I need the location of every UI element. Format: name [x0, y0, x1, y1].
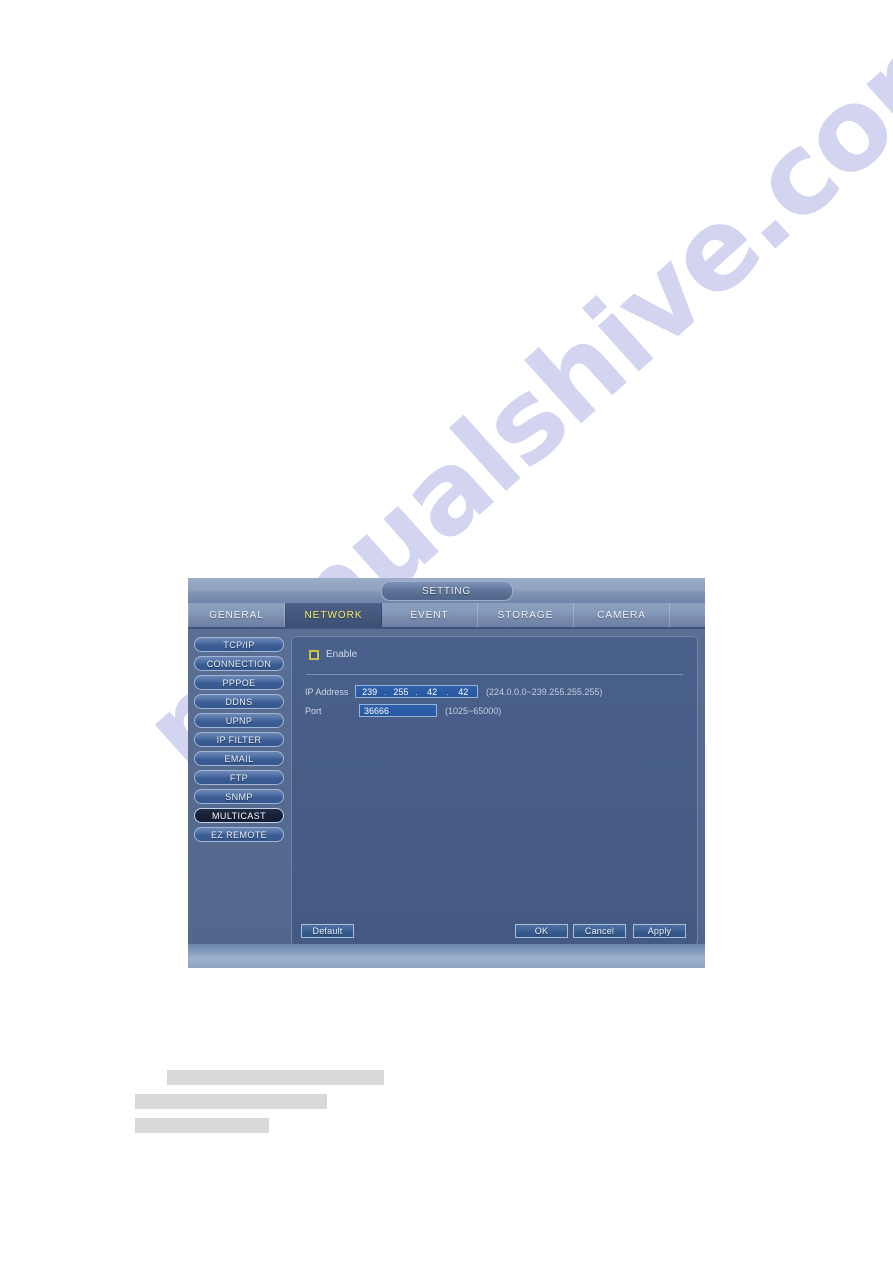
- sidebar-item-pppoe[interactable]: PPPOE: [194, 675, 284, 690]
- sidebar-item-connection[interactable]: CONNECTION: [194, 656, 284, 671]
- port-row: Port 36666 (1025~65000): [305, 703, 689, 718]
- ip-dot-3: .: [446, 686, 449, 697]
- apply-button[interactable]: Apply: [633, 924, 686, 938]
- tab-network[interactable]: NETWORK: [285, 603, 382, 627]
- sidebar-item-multicast[interactable]: MULTICAST: [194, 808, 284, 823]
- ip-address-label: IP Address: [305, 686, 349, 697]
- ok-button[interactable]: OK: [515, 924, 568, 938]
- panel-divider: [306, 674, 683, 675]
- default-button[interactable]: Default: [301, 924, 354, 938]
- ip-octet-4: 42: [458, 686, 469, 697]
- sidebar-item-ez-remote[interactable]: EZ REMOTE: [194, 827, 284, 842]
- panel-button-row: Default OK Cancel Apply: [301, 924, 688, 938]
- sidebar-item-ftp[interactable]: FTP: [194, 770, 284, 785]
- tab-camera[interactable]: CAMERA: [574, 603, 670, 627]
- redaction-bar-3: [135, 1118, 269, 1133]
- port-label: Port: [305, 705, 322, 716]
- sidebar-item-ip-filter[interactable]: IP FILTER: [194, 732, 284, 747]
- dialog-body: TCP/IP CONNECTION PPPOE DDNS UPNP IP FIL…: [188, 629, 705, 946]
- ip-dot-2: .: [415, 686, 418, 697]
- multicast-form: IP Address 239 . 255 . 42 . 42 (224.0.0.…: [305, 684, 689, 722]
- multicast-settings-panel: Enable IP Address 239 . 255 . 42 . 42 (2…: [291, 636, 698, 946]
- dialog-titlebar: SETTING: [188, 578, 705, 603]
- sidebar-item-email[interactable]: EMAIL: [194, 751, 284, 766]
- sidebar-nav: TCP/IP CONNECTION PPPOE DDNS UPNP IP FIL…: [194, 636, 284, 946]
- redaction-bar-1: [167, 1070, 384, 1085]
- sidebar-item-ddns[interactable]: DDNS: [194, 694, 284, 709]
- port-hint: (1025~65000): [445, 705, 502, 716]
- sidebar-item-tcpip[interactable]: TCP/IP: [194, 637, 284, 652]
- sidebar-item-upnp[interactable]: UPNP: [194, 713, 284, 728]
- dialog-footer: [188, 944, 705, 968]
- ip-address-hint: (224.0.0.0~239.255.255.255): [486, 686, 603, 697]
- port-input[interactable]: 36666: [359, 704, 437, 717]
- ip-octet-3: 42: [427, 686, 438, 697]
- ip-address-input[interactable]: 239 . 255 . 42 . 42: [355, 685, 478, 698]
- ip-address-row: IP Address 239 . 255 . 42 . 42 (224.0.0.…: [305, 684, 689, 699]
- tab-bar: GENERAL NETWORK EVENT STORAGE CAMERA: [188, 603, 705, 629]
- tab-event[interactable]: EVENT: [382, 603, 478, 627]
- ip-octet-2: 255: [393, 686, 409, 697]
- enable-checkbox[interactable]: [309, 649, 319, 660]
- dvr-setting-dialog: SETTING GENERAL NETWORK EVENT STORAGE CA…: [188, 578, 705, 968]
- sidebar-item-snmp[interactable]: SNMP: [194, 789, 284, 804]
- tab-general[interactable]: GENERAL: [188, 603, 285, 627]
- ip-dot-1: .: [384, 686, 387, 697]
- enable-label: Enable: [326, 649, 358, 660]
- enable-row: Enable: [309, 649, 357, 660]
- ip-octet-1: 239: [362, 686, 378, 697]
- tab-storage[interactable]: STORAGE: [478, 603, 574, 627]
- redaction-bar-2: [135, 1094, 327, 1109]
- cancel-button[interactable]: Cancel: [573, 924, 626, 938]
- document-page: SETTING GENERAL NETWORK EVENT STORAGE CA…: [0, 0, 893, 1263]
- dialog-title: SETTING: [380, 581, 513, 601]
